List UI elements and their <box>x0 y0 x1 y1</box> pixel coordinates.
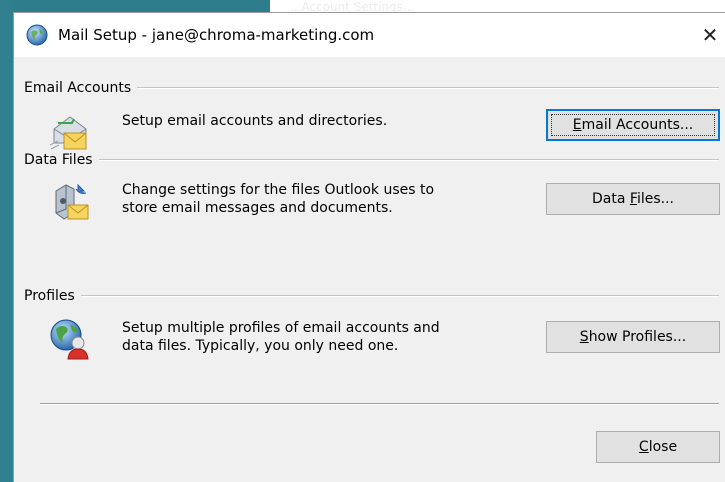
description-email-accounts: Setup email accounts and directories. <box>122 112 532 130</box>
legend-profiles: Profiles <box>24 288 75 304</box>
description-line: store email messages and documents. <box>122 200 393 216</box>
accelerator-key: C <box>638 439 649 455</box>
description-line: data files. Typically, you only need one… <box>122 338 399 354</box>
legend-row-profiles: Profiles <box>24 287 719 305</box>
email-accounts-icon <box>49 116 87 150</box>
mail-setup-globe-icon <box>26 24 48 46</box>
button-label: Show Profiles... <box>579 329 687 345</box>
legend-data-files: Data Files <box>24 152 93 168</box>
data-files-icon <box>55 183 89 220</box>
button-label: Close <box>638 439 678 455</box>
legend-email-accounts: Email Accounts <box>24 80 132 96</box>
legend-row-data-files: Data Files <box>24 151 719 169</box>
footer-separator <box>40 403 719 405</box>
dialog-title: Mail Setup - jane@chroma-marketing.com <box>58 26 375 44</box>
accelerator-key: E <box>572 117 582 133</box>
button-label: Email Accounts... <box>572 117 694 133</box>
accelerator-key: S <box>579 329 589 345</box>
mail-setup-dialog: Mail Setup - jane@chroma-marketing.com ✕… <box>13 12 725 482</box>
show-profiles-button[interactable]: Show Profiles... <box>546 321 720 353</box>
group-divider <box>98 159 719 161</box>
group-divider <box>137 87 719 89</box>
description-data-files: Change settings for the files Outlook us… <box>122 181 532 217</box>
data-files-button[interactable]: Data Files... <box>546 183 720 215</box>
description-line: Setup multiple profiles of email account… <box>122 320 440 336</box>
close-button[interactable]: Close <box>596 431 720 463</box>
group-divider <box>80 295 719 297</box>
description-line: Setup email accounts and directories. <box>122 113 388 129</box>
desktop-background <box>0 0 13 482</box>
email-accounts-button[interactable]: Email Accounts... <box>546 109 720 141</box>
profiles-icon <box>50 319 89 360</box>
button-label: Data Files... <box>592 191 674 207</box>
legend-row-email-accounts: Email Accounts <box>24 79 719 97</box>
close-icon[interactable]: ✕ <box>695 13 725 57</box>
description-profiles: Setup multiple profiles of email account… <box>122 319 532 355</box>
description-line: Change settings for the files Outlook us… <box>122 182 435 198</box>
accelerator-key: F <box>629 191 637 207</box>
title-bar[interactable]: Mail Setup - jane@chroma-marketing.com ✕ <box>14 13 725 57</box>
